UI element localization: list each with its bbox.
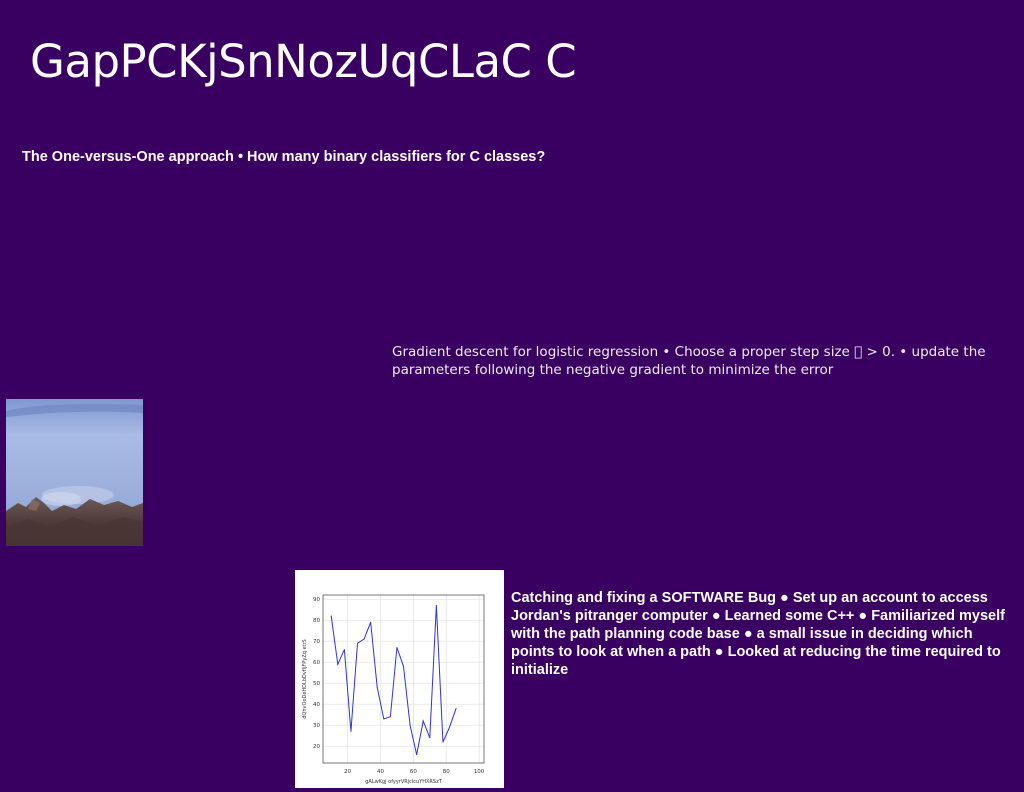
data-point	[403, 665, 404, 667]
software-bug-notes: Catching and fixing a SOFTWARE Bug ● Set…	[511, 590, 1005, 678]
data-point	[330, 615, 332, 617]
data-point	[350, 731, 352, 732]
data-point	[376, 686, 378, 688]
data-point	[357, 642, 358, 644]
y-tick-label: 80	[313, 618, 320, 624]
gradient-descent-text: Gradient descent for logistic regression…	[392, 344, 986, 378]
data-point	[383, 718, 385, 720]
data-point	[337, 663, 339, 665]
photo-graphic	[6, 399, 143, 546]
series-line	[330, 605, 457, 755]
data-point	[429, 737, 431, 739]
data-point	[363, 638, 365, 640]
x-tick-label: 60	[410, 769, 417, 775]
data-point	[396, 647, 398, 648]
data-point	[409, 724, 411, 726]
y-axis-label: dQhvOoDeHDLbDvfIjFPyZq etrS	[302, 639, 308, 718]
y-tick-label: 20	[313, 744, 320, 750]
y-tick-label: 60	[313, 660, 320, 666]
y-tick-label: 40	[313, 702, 320, 708]
y-tick-label: 90	[313, 597, 320, 603]
y-tick-label: 70	[313, 639, 320, 645]
data-point	[449, 726, 450, 728]
data-point	[442, 741, 444, 743]
x-tick-label: 20	[344, 769, 351, 775]
data-point	[422, 720, 424, 722]
data-point	[343, 649, 345, 651]
line-chart: 20 40 60 80 100 20 30 40 50 60 70 80 90 gALwKgj ofyyr…	[295, 570, 504, 788]
data-point	[435, 605, 437, 606]
mountain-landscape-photo	[6, 399, 143, 546]
y-tick-label: 30	[313, 723, 320, 729]
slide-subtitle: The One-versus-One approach • How many b…	[22, 149, 546, 165]
x-axis-label: gALwKgj ofyyrVRjclcuYHXRSzT	[365, 779, 442, 785]
data-point	[416, 754, 418, 756]
line-chart-svg: 20 40 60 80 100 20 30 40 50 60 70 80 90 gALwKgj ofyyr…	[302, 594, 485, 785]
data-point	[389, 716, 391, 718]
x-tick-label: 100	[474, 769, 485, 775]
x-tick-label: 80	[443, 769, 450, 775]
y-tick-label: 50	[313, 681, 320, 687]
x-tick-label: 40	[377, 769, 384, 775]
data-point	[455, 707, 457, 709]
data-point	[370, 621, 372, 623]
slide-title: GapPCKjSnNozUqCLaC C	[30, 35, 577, 88]
